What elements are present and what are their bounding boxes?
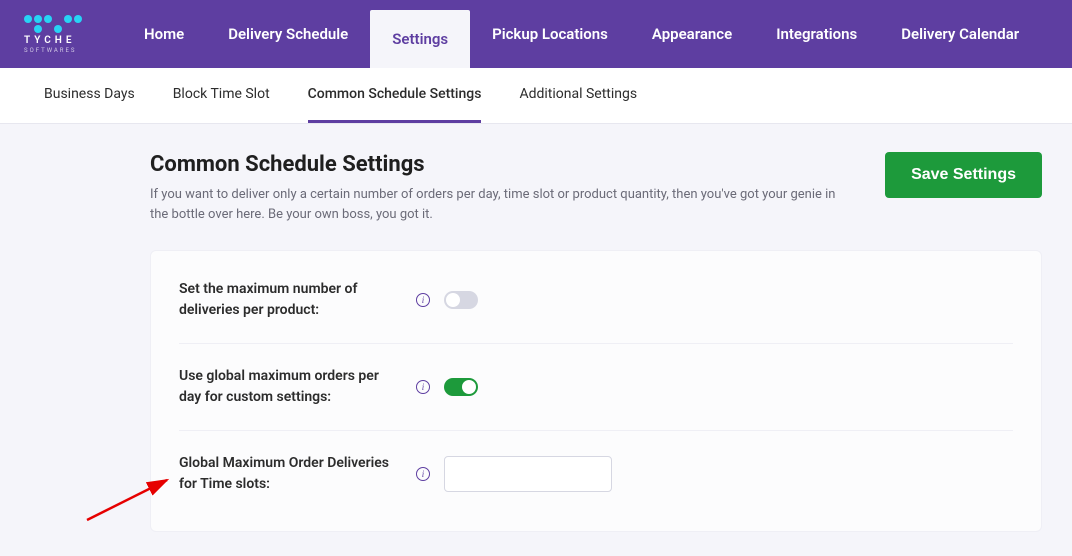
tab-block-time-slot[interactable]: Block Time Slot: [173, 68, 270, 123]
tab-additional-settings[interactable]: Additional Settings: [519, 68, 637, 123]
setting-use-global-max: Use global maximum orders per day for cu…: [179, 344, 1013, 431]
tab-business-days[interactable]: Business Days: [44, 68, 135, 123]
nav-integrations[interactable]: Integrations: [754, 0, 879, 68]
settings-tabs: Business Days Block Time Slot Common Sch…: [0, 68, 1072, 124]
brand-logo: TYCHE SOFTWARES: [24, 15, 82, 54]
nav-delivery-schedule[interactable]: Delivery Schedule: [206, 0, 370, 68]
page-description: If you want to deliver only a certain nu…: [150, 185, 840, 224]
nav-settings[interactable]: Settings: [370, 10, 470, 68]
nav-delivery-calendar[interactable]: Delivery Calendar: [879, 0, 1041, 68]
save-settings-button[interactable]: Save Settings: [885, 152, 1042, 198]
page-content: Common Schedule Settings If you want to …: [0, 124, 1072, 532]
toggle-use-global-max[interactable]: [444, 378, 478, 396]
top-nav: TYCHE SOFTWARES Home Delivery Schedule S…: [0, 0, 1072, 68]
nav-appearance[interactable]: Appearance: [630, 0, 754, 68]
brand-subtext: SOFTWARES: [24, 47, 76, 54]
primary-nav: Home Delivery Schedule Settings Pickup L…: [122, 0, 1041, 68]
info-icon[interactable]: i: [416, 293, 430, 307]
global-max-timeslot-input[interactable]: [444, 456, 612, 492]
tab-common-schedule-settings[interactable]: Common Schedule Settings: [308, 68, 482, 123]
setting-max-per-product: Set the maximum number of deliveries per…: [179, 257, 1013, 344]
toggle-max-per-product[interactable]: [444, 291, 478, 309]
info-icon[interactable]: i: [416, 380, 430, 394]
setting-label: Set the maximum number of deliveries per…: [179, 279, 404, 321]
page-title: Common Schedule Settings: [150, 152, 840, 177]
brand-text: TYCHE: [24, 35, 76, 46]
setting-global-max-timeslot: Global Maximum Order Deliveries for Time…: [179, 431, 1013, 503]
nav-pickup-locations[interactable]: Pickup Locations: [470, 0, 630, 68]
nav-home[interactable]: Home: [122, 0, 206, 68]
setting-label: Global Maximum Order Deliveries for Time…: [179, 453, 404, 495]
info-icon[interactable]: i: [416, 467, 430, 481]
settings-card: Set the maximum number of deliveries per…: [150, 250, 1042, 532]
setting-label: Use global maximum orders per day for cu…: [179, 366, 404, 408]
